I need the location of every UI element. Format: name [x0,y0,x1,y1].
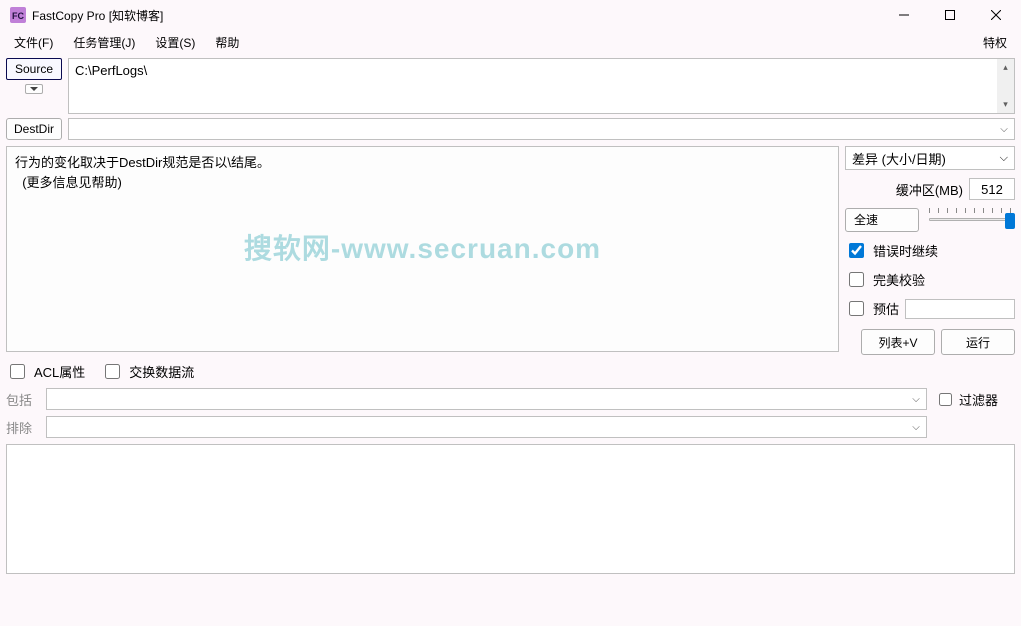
side-panel: 差异 (大小/日期) ⌵ 缓冲区(MB) 全速 错误时继续 [845,146,1015,355]
menu-privilege[interactable]: 特权 [973,32,1017,53]
scroll-up-icon[interactable]: ▴ [997,59,1014,76]
menu-help[interactable]: 帮助 [205,32,249,53]
estimate-label: 预估 [873,299,899,318]
slider-thumb[interactable] [1005,213,1015,229]
speed-row: 全速 [845,208,1015,232]
destdir-button[interactable]: DestDir [6,118,62,140]
perfect-verify-input[interactable] [849,272,864,287]
source-dropdown-toggle[interactable] [25,84,43,94]
scroll-down-icon[interactable]: ▾ [997,96,1014,113]
include-label: 包括 [6,390,38,409]
title-bar: FC FastCopy Pro [知软博客] [0,0,1021,30]
exclude-label: 排除 [6,418,38,437]
source-button[interactable]: Source [6,58,62,80]
chevron-down-icon: ⌵ [1000,152,1008,165]
info-line-2: (更多信息见帮助) [15,173,830,193]
source-scrollbar[interactable]: ▴ ▾ [997,59,1014,113]
buffer-input[interactable] [969,178,1015,200]
exclude-row: 排除 ⌵ [6,416,1015,438]
acl-label: ACL属性 [34,362,85,381]
menu-file[interactable]: 文件(F) [4,32,63,53]
swap-stream-checkbox[interactable]: 交换数据流 [101,361,194,382]
continue-on-error-checkbox[interactable]: 错误时继续 [845,240,1015,261]
chevron-down-icon: ⌵ [908,418,924,436]
chevron-down-icon: ⌵ [908,390,924,408]
swap-stream-input[interactable] [105,364,120,379]
minimize-button[interactable] [881,0,927,30]
svg-text:FC: FC [12,11,24,21]
maximize-button[interactable] [927,0,973,30]
include-row: 包括 ⌵ 过滤器 [6,388,1015,410]
attr-row: ACL属性 交换数据流 [6,361,1015,382]
exclude-combo[interactable]: ⌵ [46,416,927,438]
dest-row: DestDir ⌵ [6,118,1015,140]
app-icon: FC [10,7,26,23]
list-button[interactable]: 列表+V [861,329,935,355]
speed-slider[interactable] [925,208,1015,232]
acl-input[interactable] [10,364,25,379]
destdir-combo[interactable]: ⌵ [68,118,1015,140]
estimate-row: 预估 [845,298,1015,319]
swap-stream-label: 交换数据流 [129,362,194,381]
source-input-wrap: C:\PerfLogs\ ▴ ▾ [68,58,1015,114]
chevron-down-icon: ⌵ [996,120,1012,138]
run-button[interactable]: 运行 [941,329,1015,355]
buffer-label: 缓冲区(MB) [896,180,963,199]
close-button[interactable] [973,0,1019,30]
menu-settings[interactable]: 设置(S) [145,32,205,53]
filter-input[interactable] [939,393,952,406]
speed-button[interactable]: 全速 [845,208,919,232]
filter-checkbox[interactable]: 过滤器 [935,390,1015,409]
include-combo[interactable]: ⌵ [46,388,927,410]
log-box[interactable] [6,444,1015,574]
source-input[interactable]: C:\PerfLogs\ [68,58,1015,114]
window-title: FastCopy Pro [知软博客] [32,7,163,24]
mode-label: 差异 (大小/日期) [852,149,946,168]
filter-label: 过滤器 [959,390,998,409]
estimate-checkbox[interactable] [849,301,864,316]
perfect-verify-label: 完美校验 [873,270,925,289]
estimate-input[interactable] [905,299,1015,319]
menu-task[interactable]: 任务管理(J) [63,32,145,53]
continue-on-error-input[interactable] [849,243,864,258]
acl-checkbox[interactable]: ACL属性 [6,361,85,382]
watermark: 搜软网-www.secruan.com [244,228,601,270]
perfect-verify-checkbox[interactable]: 完美校验 [845,269,1015,290]
menu-bar: 文件(F) 任务管理(J) 设置(S) 帮助 特权 [0,30,1021,54]
action-row: 列表+V 运行 [845,329,1015,355]
info-box: 行为的变化取决于DestDir规范是否以\结尾。 (更多信息见帮助) 搜软网-w… [6,146,839,352]
buffer-row: 缓冲区(MB) [845,178,1015,200]
continue-on-error-label: 错误时继续 [873,241,938,260]
info-line-1: 行为的变化取决于DestDir规范是否以\结尾。 [15,153,830,173]
source-row: Source C:\PerfLogs\ ▴ ▾ [6,58,1015,114]
mode-select[interactable]: 差异 (大小/日期) ⌵ [845,146,1015,170]
